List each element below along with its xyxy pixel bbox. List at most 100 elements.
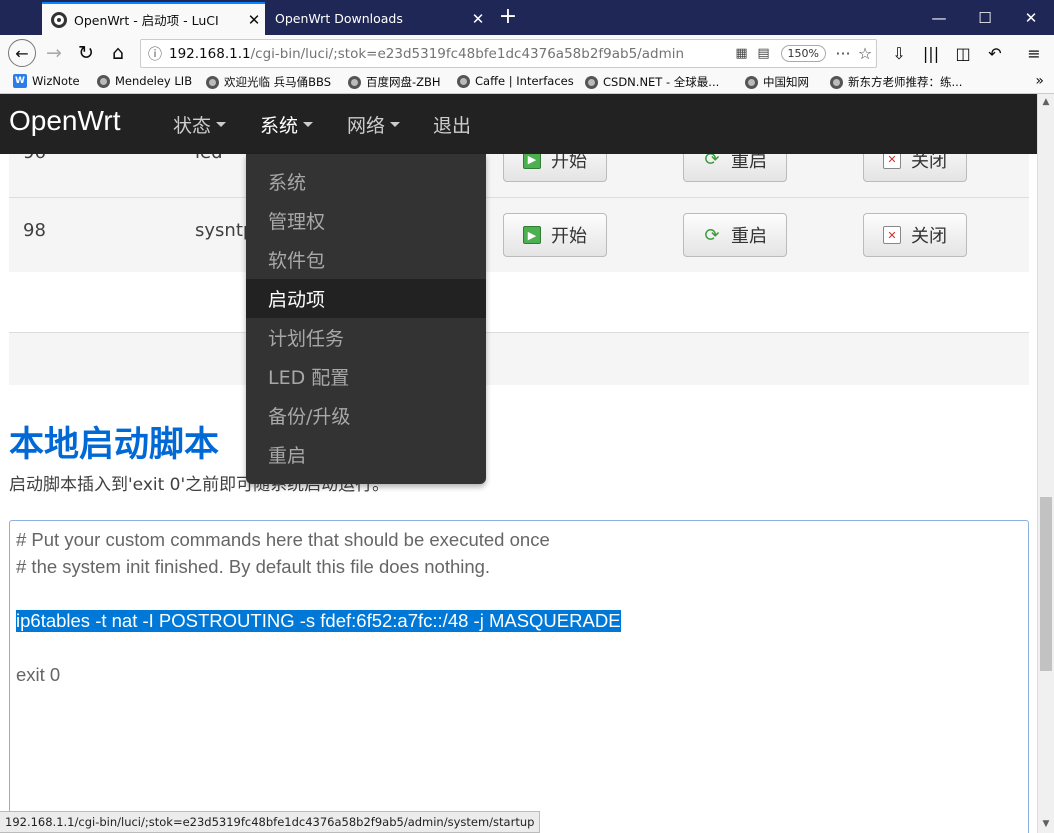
dropdown-item-scheduled-tasks[interactable]: 计划任务 xyxy=(246,318,486,357)
dropdown-item-software[interactable]: 软件包 xyxy=(246,240,486,279)
bookmark-item[interactable]: CSDN.NET - 全球最... xyxy=(585,74,719,90)
bookmark-label: 新东方老师推荐：练... xyxy=(848,75,963,89)
row-priority: 98 xyxy=(23,220,46,241)
tab-luci[interactable]: OpenWrt - 启动项 - LuCI ✕ xyxy=(42,2,265,35)
section-title: 本地启动脚本 xyxy=(9,425,220,465)
menu-label: 网络 xyxy=(347,115,386,137)
menu-label: 系统 xyxy=(260,115,299,137)
scroll-down-arrow-icon[interactable]: ▼ xyxy=(1038,816,1054,833)
dropdown-item-system[interactable]: 系统 xyxy=(246,162,486,201)
restart-button[interactable]: ⟳ 重启 xyxy=(683,213,787,257)
luci-header: OpenWrt 状态 系统 网络 退出 xyxy=(0,94,1037,154)
button-label: 重启 xyxy=(731,226,767,247)
sidebar-icon[interactable]: ◫ xyxy=(949,39,977,67)
caret-down-icon xyxy=(303,122,314,127)
brand-logo[interactable]: OpenWrt xyxy=(9,105,121,137)
dropdown-item-led-config[interactable]: LED 配置 xyxy=(246,357,486,396)
caret-down-icon xyxy=(216,122,227,127)
wiznote-icon: W xyxy=(13,74,27,88)
start-button[interactable]: ▶ 开始 xyxy=(503,213,607,257)
close-icon[interactable]: ✕ xyxy=(243,11,265,29)
bookmark-label: CSDN.NET - 全球最... xyxy=(603,75,720,89)
url-host: 192.168.1.1 xyxy=(169,45,251,62)
back-icon[interactable]: ← xyxy=(8,39,36,67)
undo-icon[interactable]: ↶ xyxy=(981,39,1009,67)
globe-icon xyxy=(585,75,598,89)
bookmark-item[interactable]: 百度网盘-ZBH xyxy=(348,74,441,90)
bookmark-item[interactable]: 中国知网 xyxy=(745,74,809,90)
bookmark-item[interactable]: W WizNote xyxy=(13,74,80,88)
maximize-icon[interactable]: ☐ xyxy=(962,0,1008,35)
minimize-icon[interactable]: — xyxy=(916,0,962,35)
bookmark-label: Mendeley LIB xyxy=(115,74,193,88)
browser-titlebar: OpenWrt - 启动项 - LuCI ✕ OpenWrt Downloads… xyxy=(0,0,1054,35)
menu-status[interactable]: 状态 xyxy=(173,111,227,138)
page-viewport: OpenWrt 状态 系统 网络 退出 96 led ▶开始 ⟳重启 ✕关闭 9… xyxy=(0,94,1037,833)
close-icon[interactable]: ✕ xyxy=(467,10,489,28)
system-dropdown-menu: 系统 管理权 软件包 启动项 计划任务 LED 配置 备份/升级 重启 xyxy=(246,154,486,484)
menu-label: 退出 xyxy=(433,115,472,137)
form-actions-bar xyxy=(9,332,1029,385)
bookmark-star-icon[interactable]: ☆ xyxy=(854,44,876,63)
menu-network[interactable]: 网络 xyxy=(347,111,401,138)
downloads-icon[interactable]: ⇩ xyxy=(885,39,913,67)
chevron-right-more-icon[interactable]: » xyxy=(1035,73,1044,89)
tab-title: OpenWrt Downloads xyxy=(275,11,403,26)
script-line-selected: ip6tables -t nat -I POSTROUTING -s fdef:… xyxy=(16,610,621,632)
bookmark-label: 百度网盘-ZBH xyxy=(366,75,441,89)
dropdown-item-backup-upgrade[interactable]: 备份/升级 xyxy=(246,396,486,435)
dropdown-item-reboot[interactable]: 重启 xyxy=(246,435,486,474)
bookmark-label: WizNote xyxy=(32,74,80,88)
new-tab-plus-icon[interactable]: + xyxy=(496,4,520,29)
button-label: 开始 xyxy=(551,226,587,247)
scrollbar-thumb[interactable] xyxy=(1040,497,1052,671)
caret-down-icon xyxy=(390,122,401,127)
bookmark-item[interactable]: Mendeley LIB xyxy=(97,74,192,88)
globe-icon xyxy=(348,75,361,89)
scroll-up-arrow-icon[interactable]: ▲ xyxy=(1038,94,1054,111)
reload-icon[interactable]: ↻ xyxy=(72,39,100,67)
menu-system[interactable]: 系统 xyxy=(260,111,314,138)
menu-logout[interactable]: 退出 xyxy=(433,111,471,138)
tab-title: OpenWrt - 启动项 - LuCI xyxy=(74,13,219,28)
reader-view-icon[interactable]: ▤ xyxy=(753,46,775,61)
reload-icon: ⟳ xyxy=(704,224,720,246)
startup-script-textarea[interactable]: # Put your custom commands here that sho… xyxy=(9,520,1029,833)
bookmark-item[interactable]: 新东方老师推荐：练... xyxy=(830,74,962,90)
url-text[interactable]: 192.168.1.1/cgi-bin/luci/;stok=e23d5319f… xyxy=(169,46,731,62)
home-icon[interactable]: ⌂ xyxy=(104,39,132,67)
globe-icon xyxy=(206,75,219,89)
bookmarks-toolbar: W WizNote Mendeley LIB 欢迎光临 兵马俑BBS 百度网盘-Z… xyxy=(0,71,1054,94)
tab-openwrt-downloads[interactable]: OpenWrt Downloads ✕ xyxy=(266,2,489,35)
bookmark-label: 中国知网 xyxy=(763,75,809,89)
dropdown-item-administration[interactable]: 管理权 xyxy=(246,201,486,240)
globe-icon xyxy=(745,75,758,89)
url-path: /cgi-bin/luci/;stok=e23d5319fc48bfe1dc43… xyxy=(250,45,685,62)
zoom-indicator[interactable]: 150% xyxy=(780,45,826,62)
link-status-bar: 192.168.1.1/cgi-bin/luci/;stok=e23d5319f… xyxy=(0,811,541,833)
dropdown-item-startup[interactable]: 启动项 xyxy=(246,279,486,318)
address-bar[interactable]: ⓘ 192.168.1.1/cgi-bin/luci/;stok=e23d531… xyxy=(140,39,877,68)
script-line: exit 0 xyxy=(16,664,61,685)
button-label: 关闭 xyxy=(911,226,947,247)
hamburger-menu-icon[interactable]: ≡ xyxy=(1020,39,1048,67)
qr-code-icon[interactable]: ▦ xyxy=(731,46,753,61)
library-icon[interactable]: ||| xyxy=(917,39,945,67)
script-line: # Put your custom commands here that sho… xyxy=(16,529,550,550)
play-icon: ▶ xyxy=(523,226,541,244)
bookmark-item[interactable]: Caffe | Interfaces xyxy=(457,74,574,88)
info-icon[interactable]: ⓘ xyxy=(141,44,169,64)
globe-icon xyxy=(97,74,110,88)
stop-button[interactable]: ✕ 关闭 xyxy=(863,213,967,257)
globe-icon xyxy=(457,74,470,88)
script-line: # the system init finished. By default t… xyxy=(16,556,491,577)
bookmark-item[interactable]: 欢迎光临 兵马俑BBS xyxy=(206,74,331,90)
forward-icon[interactable]: → xyxy=(40,39,68,67)
menu-label: 状态 xyxy=(173,115,212,137)
openwrt-favicon-icon xyxy=(51,11,67,28)
bookmark-label: Caffe | Interfaces xyxy=(475,74,574,88)
window-close-icon[interactable]: ✕ xyxy=(1008,0,1054,35)
browser-toolbar: ← → ↻ ⌂ ⓘ 192.168.1.1/cgi-bin/luci/;stok… xyxy=(0,35,1054,71)
vertical-scrollbar[interactable]: ▲ ▼ xyxy=(1037,94,1054,833)
page-actions-icon[interactable]: ··· xyxy=(832,44,854,63)
